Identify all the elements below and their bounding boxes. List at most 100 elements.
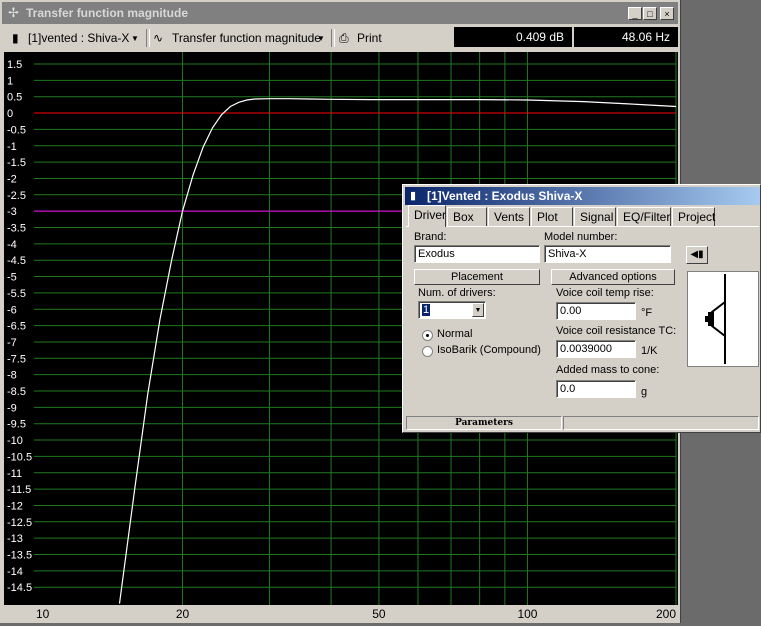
added-mass-label: Added mass to cone: (556, 364, 660, 376)
tab-box[interactable]: Box (447, 207, 487, 226)
readout-hz: 48.06 Hz (574, 27, 678, 47)
y-tick-label: -4 (7, 239, 17, 251)
toolbar-divider (146, 29, 150, 47)
y-tick-label: -14.5 (7, 582, 32, 594)
placement-button[interactable]: Placement (414, 269, 540, 285)
y-tick-label: -13.5 (7, 550, 32, 562)
y-tick-label: -2.5 (7, 190, 26, 202)
vc-temp-unit: °F (641, 307, 653, 319)
tab-driver[interactable]: Driver (408, 205, 446, 227)
status-empty (563, 416, 759, 430)
y-tick-label: 0 (7, 108, 13, 120)
readout-db: 0.409 dB (454, 27, 572, 47)
waveform-icon: ∿ (153, 31, 164, 45)
vc-tc-label: Voice coil resistance TC: (556, 325, 677, 337)
advanced-options-button[interactable]: Advanced options (551, 269, 675, 285)
y-tick-label: -6 (7, 304, 17, 316)
x-tick-label: 20 (176, 607, 190, 621)
vc-tc-field[interactable]: 0.0039000 (556, 340, 636, 358)
y-tick-label: -5.5 (7, 288, 26, 300)
window-title: Transfer function magnitude (26, 6, 189, 20)
chevron-down-icon[interactable]: ▼ (317, 34, 325, 43)
y-tick-label: -9.5 (7, 419, 26, 431)
speaker-cross-section-icon (705, 274, 726, 364)
tab-vents[interactable]: Vents (488, 207, 530, 226)
dialog-status-bar: Parameters (406, 416, 759, 430)
y-tick-label: -12 (7, 500, 23, 512)
minimize-button[interactable]: _ (628, 7, 642, 20)
y-tick-label: -6.5 (7, 321, 26, 333)
graph-selector[interactable]: Transfer function magnitude (172, 31, 321, 45)
speaker-icon: ◀▮ (690, 249, 704, 260)
y-tick-label: -5 (7, 272, 17, 284)
y-tick-label: -2 (7, 173, 17, 185)
speaker-button[interactable]: ◀▮ (686, 246, 708, 264)
speaker-icon: ▮ (12, 31, 19, 45)
chevron-down-icon[interactable]: ▼ (472, 303, 484, 317)
x-tick-label: 10 (36, 607, 50, 621)
y-tick-label: -3 (7, 206, 17, 218)
added-mass-field[interactable]: 0.0 (556, 380, 636, 398)
dialog-title: [1]Vented : Exodus Shiva-X (427, 189, 583, 203)
brand-field[interactable]: Exodus (414, 245, 540, 263)
brand-label: Brand: (414, 231, 447, 243)
y-tick-label: -11 (7, 468, 22, 480)
speaker-icon: ▮ (410, 190, 417, 202)
num-drivers-value: 1 (422, 304, 431, 316)
y-tick-label: -7.5 (7, 353, 26, 365)
vc-temp-label: Voice coil temp rise: (556, 287, 654, 299)
project-selector[interactable]: [1]vented : Shiva-X (28, 31, 129, 45)
driver-parameters-dialog: ▮ [1]Vented : Exodus Shiva-X Driver Box … (402, 184, 761, 433)
printer-icon[interactable]: ⎙ (339, 31, 349, 46)
added-mass-unit: g (641, 386, 648, 398)
y-tick-label: -11.5 (7, 484, 31, 496)
driver-diagram (687, 271, 759, 367)
driver-tab-panel: Brand: Exodus Model number: Shiva-X ◀▮ P… (406, 226, 759, 413)
y-tick-label: -14 (7, 566, 23, 578)
status-parameters: Parameters (406, 416, 562, 430)
y-tick-label: 1.5 (7, 59, 22, 71)
x-axis-bar: 10 20 50 100 200 (4, 605, 678, 623)
model-field[interactable]: Shiva-X (544, 245, 671, 263)
radio-normal-label: Normal (437, 328, 473, 340)
y-tick-label: 1 (7, 75, 13, 87)
x-tick-label: 50 (372, 607, 386, 621)
model-label: Model number: (544, 231, 618, 243)
y-tick-label: -13 (7, 533, 23, 545)
vc-temp-field[interactable]: 0.00 (556, 302, 636, 320)
y-tick-label: -0.5 (7, 124, 26, 136)
radio-isobarik-label: IsoBarik (Compound) (437, 344, 541, 356)
tab-signal[interactable]: Signal (574, 207, 616, 226)
y-tick-label: -7 (7, 337, 17, 349)
y-tick-label: -12.5 (7, 517, 32, 529)
x-tick-label: 100 (517, 607, 537, 621)
num-drivers-label: Num. of drivers: (418, 287, 496, 299)
chevron-down-icon[interactable]: ▼ (131, 34, 139, 43)
y-tick-label: -8.5 (7, 386, 26, 398)
title-bar[interactable]: ✢ Transfer function magnitude _ □ × (2, 2, 678, 24)
maximize-button[interactable]: □ (643, 7, 657, 20)
toolbar-divider (331, 29, 335, 47)
y-tick-label: 0.5 (7, 92, 22, 104)
tab-plot[interactable]: Plot (531, 207, 573, 226)
y-tick-label: -4.5 (7, 255, 26, 267)
y-tick-label: -9 (7, 402, 17, 414)
close-button[interactable]: × (660, 7, 674, 20)
radio-normal[interactable] (422, 330, 433, 341)
y-tick-label: -3.5 (7, 223, 26, 235)
y-tick-label: -1.5 (7, 157, 26, 169)
y-tick-label: -10.5 (7, 451, 32, 463)
num-drivers-select[interactable]: 1 ▼ (418, 301, 486, 319)
vc-tc-unit: 1/K (641, 345, 658, 357)
x-tick-label: 200 (656, 607, 676, 621)
radio-isobarik[interactable] (422, 346, 433, 357)
app-icon: ✢ (8, 5, 19, 20)
tab-project[interactable]: Project (672, 207, 715, 226)
y-tick-label: -8 (7, 370, 17, 382)
dialog-title-bar[interactable]: ▮ [1]Vented : Exodus Shiva-X (405, 187, 760, 205)
y-tick-label: -10 (7, 435, 23, 447)
toolbar: ▮ [1]vented : Shiva-X ▼ ∿ Transfer funct… (2, 25, 678, 50)
tab-eq-filter[interactable]: EQ/Filter (617, 207, 671, 226)
y-tick-label: -1 (7, 141, 17, 153)
print-button[interactable]: Print (357, 31, 382, 45)
